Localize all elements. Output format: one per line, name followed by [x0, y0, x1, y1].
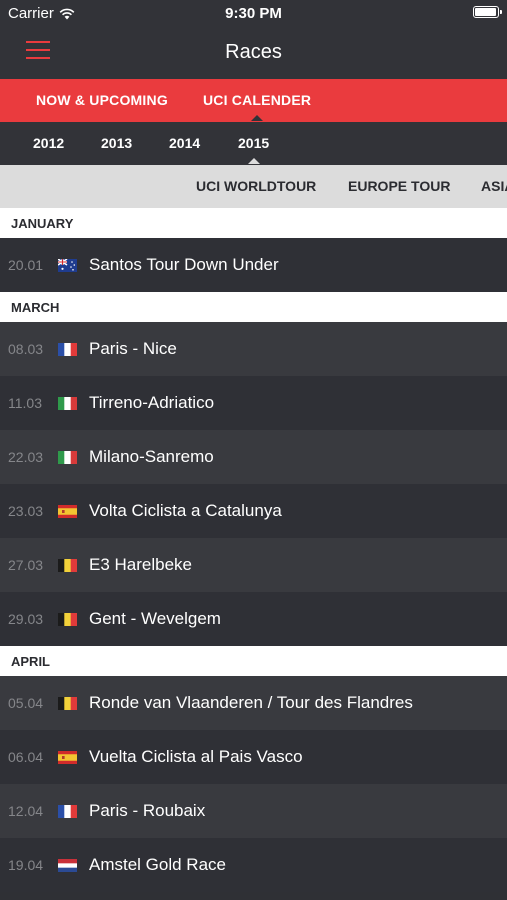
race-row[interactable]: 19.04 Amstel Gold Race: [0, 838, 507, 892]
race-name: Paris - Nice: [89, 339, 177, 358]
race-name: Gent - Wevelgem: [89, 609, 221, 628]
race-name: Ronde van Vlaanderen / Tour des Flandres: [89, 693, 413, 712]
tab-uci-calender[interactable]: UCI CALENDER: [203, 92, 311, 121]
year-tab-2015[interactable]: 2015: [238, 135, 269, 164]
year-tab-2014[interactable]: 2014: [169, 135, 200, 151]
race-row[interactable]: 08.03 Paris - Nice: [0, 322, 507, 376]
race-date: 19.04: [8, 857, 44, 873]
race-row[interactable]: 29.03 Gent - Wevelgem: [0, 592, 507, 646]
race-date: 05.04: [8, 695, 44, 711]
race-date: 29.03: [8, 611, 44, 627]
race-row[interactable]: 22.03 Milano-Sanremo: [0, 430, 507, 484]
race-name: Vuelta Ciclista al Pais Vasco: [89, 747, 303, 766]
status-time: 9:30 PM: [225, 5, 282, 22]
status-bar: Carrier 9:30 PM: [0, 0, 507, 28]
race-name: Tirreno-Adriatico: [89, 393, 215, 412]
battery-level: [475, 8, 496, 16]
belgium-flag-icon: [58, 559, 77, 572]
section-tabs: NOW & UPCOMING UCI CALENDER: [0, 79, 507, 122]
italy-flag-icon: [58, 397, 77, 410]
month-header: APRIL: [0, 646, 507, 676]
race-name: Amstel Gold Race: [89, 855, 226, 874]
race-date: 06.04: [8, 749, 44, 765]
spain-flag-icon: [58, 751, 77, 764]
race-name: Milano-Sanremo: [89, 447, 214, 466]
month-header: JANUARY: [0, 208, 507, 238]
race-name: Paris - Roubaix: [89, 801, 206, 820]
race-name: Volta Ciclista a Catalunya: [89, 501, 282, 520]
nav-bar: Races: [0, 28, 507, 79]
page-title: Races: [225, 41, 282, 63]
race-name: Santos Tour Down Under: [89, 255, 279, 274]
race-row[interactable]: 11.03 Tirreno-Adriatico: [0, 376, 507, 430]
race-date: 08.03: [8, 341, 44, 357]
race-date: 22.03: [8, 449, 44, 465]
race-date: 12.04: [8, 803, 44, 819]
tour-selector: UCI WORLDTOUR EUROPE TOUR ASIA: [0, 165, 507, 208]
race-date: 23.03: [8, 503, 44, 519]
italy-flag-icon: [58, 451, 77, 464]
race-row[interactable]: 05.04 Ronde van Vlaanderen / Tour des Fla…: [0, 676, 507, 730]
belgium-flag-icon: [58, 613, 77, 626]
race-name: E3 Harelbeke: [89, 555, 193, 574]
race-row[interactable]: 12.04 Paris - Roubaix: [0, 784, 507, 838]
belgium-flag-icon: [58, 697, 77, 710]
month-label: APRIL: [11, 654, 50, 669]
race-date: 20.01: [8, 257, 44, 273]
tab-now-upcoming[interactable]: NOW & UPCOMING: [36, 92, 168, 108]
race-row[interactable]: 27.03 E3 Harelbeke: [0, 538, 507, 592]
race-row[interactable]: 23.03 Volta Ciclista a Catalunya: [0, 484, 507, 538]
netherlands-flag-icon: [58, 859, 77, 872]
spain-flag-icon: [58, 505, 77, 518]
race-date: 27.03: [8, 557, 44, 573]
race-row[interactable]: 06.04 Vuelta Ciclista al Pais Vasco: [0, 730, 507, 784]
australia-flag-icon: [57, 258, 77, 272]
year-tab-2012[interactable]: 2012: [33, 135, 64, 151]
year-selector: 2012 2013 2014 2015: [0, 122, 507, 165]
france-flag-icon: [58, 805, 77, 818]
france-flag-icon: [58, 343, 77, 356]
tour-tab-asia[interactable]: ASIA: [481, 178, 507, 194]
month-header: MARCH: [0, 292, 507, 322]
battery-icon: [473, 6, 502, 18]
race-row[interactable]: 20.01 Santos Tour Down Under: [0, 238, 507, 292]
tour-tab-uci-worldtour[interactable]: UCI WORLDTOUR: [196, 178, 316, 194]
month-label: MARCH: [11, 300, 60, 315]
year-tab-2013[interactable]: 2013: [101, 135, 132, 151]
race-date: 11.03: [8, 395, 42, 411]
month-label: JANUARY: [11, 216, 74, 231]
tour-tab-europe-tour[interactable]: EUROPE TOUR: [348, 178, 450, 194]
